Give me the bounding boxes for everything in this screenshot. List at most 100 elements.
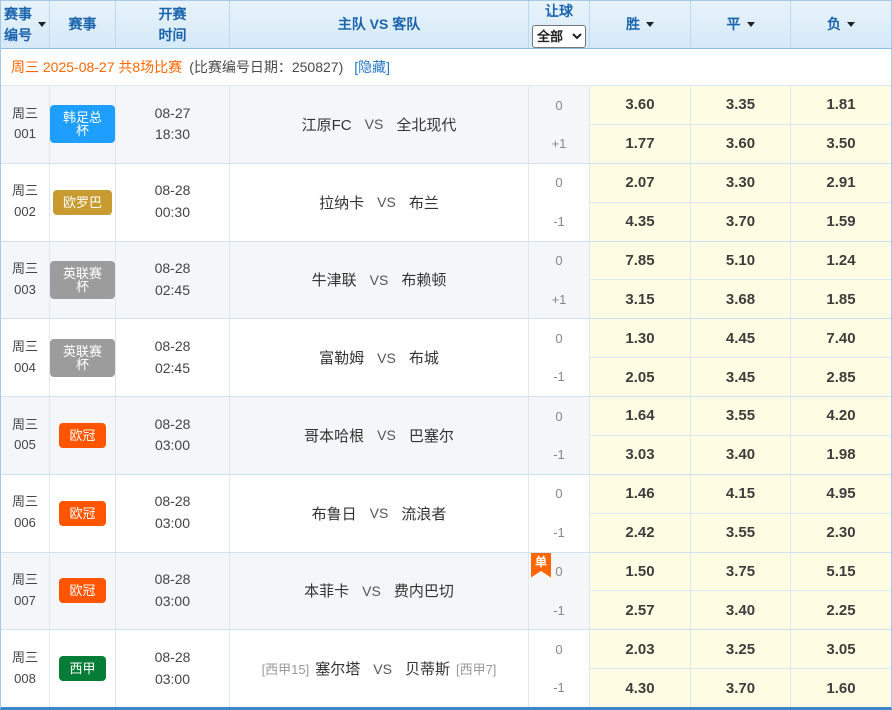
header-match-id[interactable]: 赛事 编号 [1, 1, 50, 48]
match-number: 006 [14, 513, 36, 534]
draw-odds-line2[interactable]: 3.40 [691, 591, 790, 629]
lose-odds-line2[interactable]: 3.50 [791, 125, 891, 163]
time-cell: 08-28 03:00 [116, 630, 230, 707]
draw-odds-line2[interactable]: 3.68 [691, 280, 790, 318]
header-match-id-label: 赛事 编号 [4, 4, 32, 45]
win-odds-line2[interactable]: 2.57 [590, 591, 690, 629]
win-odds-line1[interactable]: 1.64 [590, 397, 690, 436]
sort-caret-icon[interactable] [646, 22, 654, 27]
league-badge[interactable]: 欧冠 [59, 423, 105, 448]
win-odds-line1[interactable]: 1.46 [590, 475, 690, 514]
home-team: 本菲卡 [304, 580, 349, 601]
lose-odds-line2[interactable]: 1.98 [791, 436, 891, 474]
lose-odds-line1[interactable]: 1.81 [791, 86, 891, 125]
vs-label: VS [365, 116, 384, 132]
draw-odds-line2[interactable]: 3.45 [691, 358, 790, 396]
hide-link[interactable]: [隐藏] [354, 57, 390, 77]
win-odds-line1[interactable]: 3.60 [590, 86, 690, 125]
lose-odds-line2[interactable]: 2.25 [791, 591, 891, 629]
match-row: 周三 007 欧冠 08-28 03:00 本菲卡 VS 费内巴切 单 0 -1… [1, 553, 891, 631]
handicap-line1: 0 [529, 475, 589, 513]
win-odds-line2[interactable]: 2.05 [590, 358, 690, 396]
win-odds-line1[interactable]: 1.30 [590, 319, 690, 358]
league-cell: 欧冠 [50, 475, 116, 552]
match-weekday: 周三 [12, 570, 38, 591]
match-time: 03:00 [155, 591, 190, 613]
win-odds-line2[interactable]: 1.77 [590, 125, 690, 163]
league-cell: 韩足总杯 [50, 86, 116, 163]
draw-odds-line1[interactable]: 5.10 [691, 242, 790, 281]
draw-odds-line2[interactable]: 3.60 [691, 125, 790, 163]
handicap-cell: 0 -1 [529, 164, 590, 241]
lose-odds-line1[interactable]: 2.91 [791, 164, 891, 203]
draw-odds-line1[interactable]: 3.25 [691, 630, 790, 669]
lose-odds-cell: 3.05 1.60 [791, 630, 891, 707]
league-badge[interactable]: 欧冠 [59, 501, 105, 526]
lose-odds-line2[interactable]: 1.85 [791, 280, 891, 318]
win-odds-line1[interactable]: 1.50 [590, 553, 690, 592]
win-odds-cell: 2.03 4.30 [590, 630, 691, 707]
draw-odds-line1[interactable]: 3.30 [691, 164, 790, 203]
handicap-line2: -1 [529, 669, 589, 707]
win-odds-line1[interactable]: 2.03 [590, 630, 690, 669]
match-date: 08-28 [155, 569, 191, 591]
lose-odds-line2[interactable]: 2.30 [791, 514, 891, 552]
win-odds-line1[interactable]: 2.07 [590, 164, 690, 203]
header-draw[interactable]: 平 [691, 1, 791, 48]
match-id-cell: 周三 003 [1, 242, 50, 319]
win-odds-line2[interactable]: 3.15 [590, 280, 690, 318]
win-odds-line2[interactable]: 4.30 [590, 669, 690, 707]
lose-odds-line1[interactable]: 4.20 [791, 397, 891, 436]
draw-odds-line1[interactable]: 3.75 [691, 553, 790, 592]
lose-odds-line2[interactable]: 1.59 [791, 203, 891, 241]
match-number: 003 [14, 280, 36, 301]
handicap-cell: 0 -1 [529, 397, 590, 474]
league-badge[interactable]: 欧罗巴 [53, 190, 112, 215]
draw-odds-line2[interactable]: 3.70 [691, 203, 790, 241]
league-badge[interactable]: 英联赛杯 [50, 261, 115, 299]
win-odds-line2[interactable]: 3.03 [590, 436, 690, 474]
lose-odds-line2[interactable]: 2.85 [791, 358, 891, 396]
lose-odds-line1[interactable]: 7.40 [791, 319, 891, 358]
league-badge[interactable]: 英联赛杯 [50, 339, 115, 377]
match-weekday: 周三 [12, 492, 38, 513]
sort-caret-icon[interactable] [847, 22, 855, 27]
league-badge[interactable]: 欧冠 [59, 578, 105, 603]
draw-odds-line1[interactable]: 4.45 [691, 319, 790, 358]
win-odds-line2[interactable]: 4.35 [590, 203, 690, 241]
header-lose[interactable]: 负 [791, 1, 891, 48]
draw-odds-line1[interactable]: 3.55 [691, 397, 790, 436]
match-date: 08-28 [155, 336, 191, 358]
match-id-cell: 周三 004 [1, 319, 50, 396]
lose-odds-line1[interactable]: 1.24 [791, 242, 891, 281]
sort-caret-icon[interactable] [38, 22, 46, 27]
handicap-line1: 0 [529, 319, 589, 357]
home-team: 布鲁日 [312, 503, 357, 524]
draw-odds-line1[interactable]: 4.15 [691, 475, 790, 514]
handicap-filter-select[interactable]: 全部 [532, 25, 586, 48]
handicap-cell: 0 +1 [529, 242, 590, 319]
match-id-cell: 周三 007 [1, 553, 50, 630]
sort-caret-icon[interactable] [747, 22, 755, 27]
draw-odds-line2[interactable]: 3.40 [691, 436, 790, 474]
home-team-rank: [西甲15] [262, 659, 310, 678]
header-win[interactable]: 胜 [590, 1, 691, 48]
header-time-label: 开赛 时间 [159, 4, 187, 45]
time-cell: 08-28 03:00 [116, 397, 230, 474]
lose-odds-line2[interactable]: 1.60 [791, 669, 891, 707]
league-badge[interactable]: 西甲 [59, 656, 105, 681]
draw-odds-line2[interactable]: 3.55 [691, 514, 790, 552]
handicap-cell: 0 +1 [529, 86, 590, 163]
handicap-cell: 单 0 -1 [529, 553, 590, 630]
lose-odds-line1[interactable]: 4.95 [791, 475, 891, 514]
lose-odds-line1[interactable]: 3.05 [791, 630, 891, 669]
match-row: 周三 004 英联赛杯 08-28 02:45 富勒姆 VS 布城 0 -1 1… [1, 319, 891, 397]
league-badge[interactable]: 韩足总杯 [50, 105, 115, 143]
home-team: 拉纳卡 [319, 192, 364, 213]
win-odds-line2[interactable]: 2.42 [590, 514, 690, 552]
draw-odds-line1[interactable]: 3.35 [691, 86, 790, 125]
win-odds-line1[interactable]: 7.85 [590, 242, 690, 281]
lose-odds-line1[interactable]: 5.15 [791, 553, 891, 592]
draw-odds-line2[interactable]: 3.70 [691, 669, 790, 707]
match-date: 08-28 [155, 647, 191, 669]
